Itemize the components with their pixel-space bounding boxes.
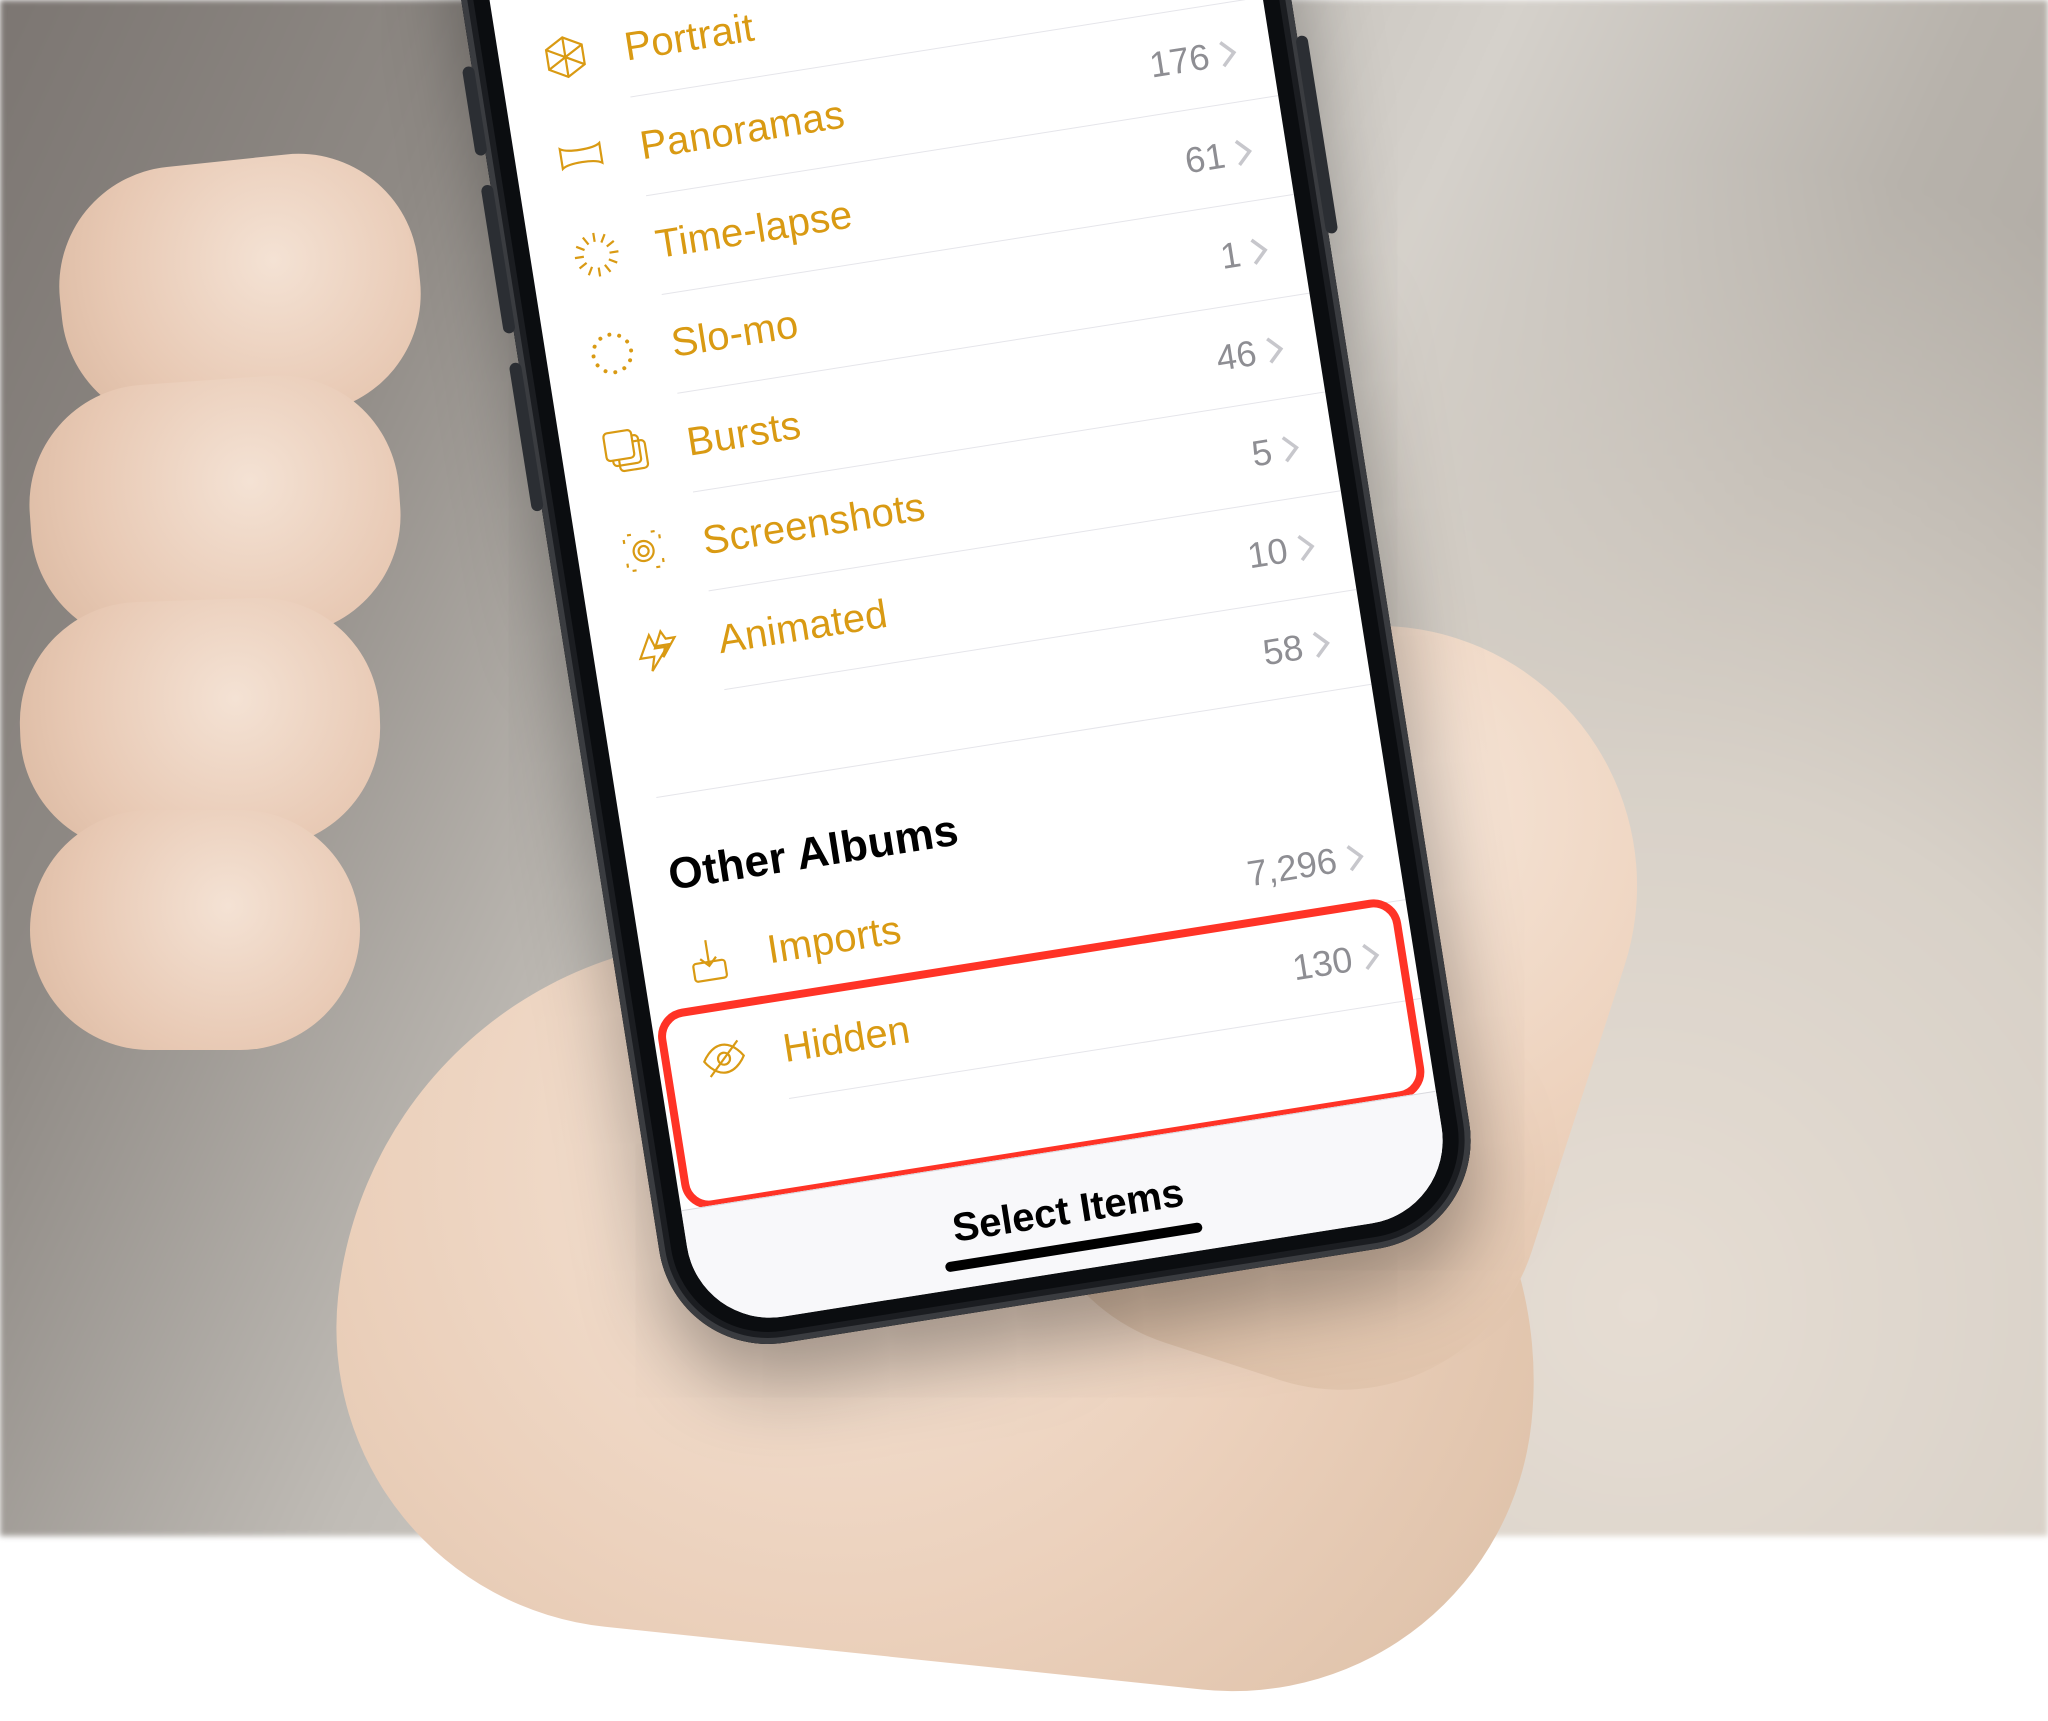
chevron-right-icon	[1232, 136, 1254, 168]
screenshot-icon	[614, 521, 673, 580]
chevron-right-icon	[1279, 432, 1301, 464]
imports-icon	[679, 930, 738, 989]
portrait-icon	[536, 27, 595, 86]
chevron-right-icon	[1310, 628, 1332, 660]
album-count: 130	[1290, 938, 1356, 989]
album-count: 10	[1245, 530, 1291, 578]
timelapse-icon	[567, 225, 626, 284]
album-count: 46	[1213, 332, 1259, 380]
chevron-right-icon	[1295, 531, 1317, 563]
chevron-right-icon	[1264, 334, 1286, 366]
chevron-right-icon	[1360, 940, 1382, 972]
chevron-right-icon	[1217, 37, 1239, 69]
album-count: 176	[1147, 36, 1213, 87]
chevron-right-icon	[1344, 841, 1366, 873]
album-count: 61	[1182, 134, 1228, 182]
bursts-icon	[598, 422, 657, 481]
album-count: 58	[1260, 626, 1306, 674]
chevron-right-icon	[1248, 235, 1270, 267]
animated-icon	[630, 620, 689, 679]
hidden-icon	[694, 1029, 753, 1088]
album-count: 7,296	[1244, 840, 1340, 896]
slomo-icon	[583, 324, 642, 383]
panorama-icon	[551, 126, 610, 185]
